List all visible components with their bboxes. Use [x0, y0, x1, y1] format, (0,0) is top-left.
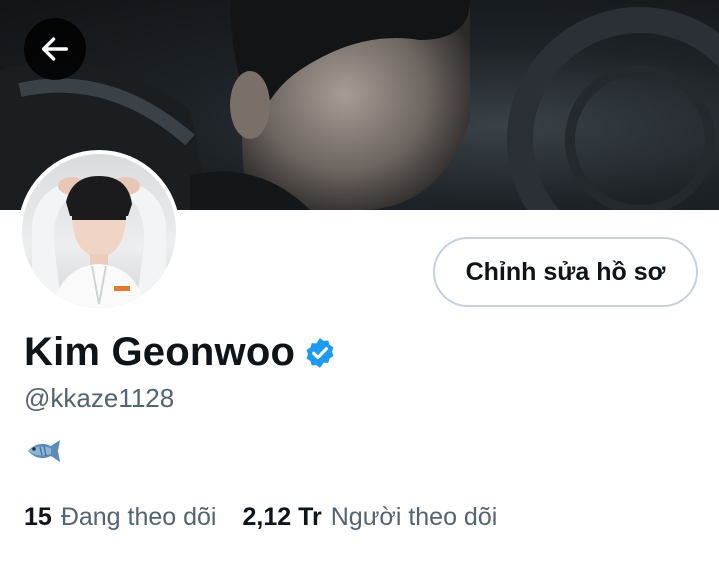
following-label: Đang theo dõi [60, 503, 217, 531]
follow-stats: 15 Đang theo dõi 2,12 Tr Người theo dõi [24, 503, 497, 532]
profile-handle: @kkaze1128 [24, 383, 175, 413]
following-count: 15 [24, 503, 52, 531]
followers-link[interactable]: 2,12 Tr Người theo dõi [243, 503, 498, 532]
avatar-photo [22, 154, 176, 308]
followers-count: 2,12 Tr [242, 503, 322, 531]
verified-badge-icon[interactable] [303, 336, 337, 370]
following-link[interactable]: 15 Đang theo dõi [24, 503, 217, 532]
avatar[interactable] [18, 150, 180, 312]
arrow-left-icon [41, 37, 69, 61]
edit-profile-button[interactable]: Chỉnh sửa hồ sơ [433, 237, 698, 307]
fish-icon [28, 440, 60, 462]
followers-label: Người theo dõi [330, 503, 498, 531]
back-button[interactable] [24, 18, 86, 80]
name-row: Kim Geonwoo [24, 330, 337, 375]
display-name: Kim Geonwoo [24, 330, 296, 374]
